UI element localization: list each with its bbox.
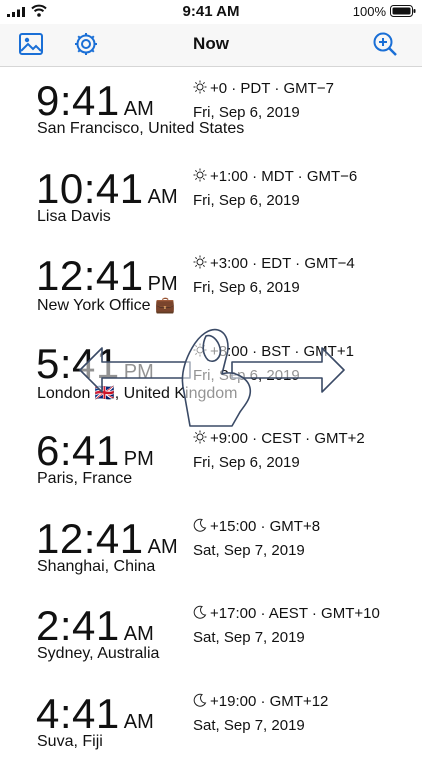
sun-icon (193, 343, 207, 357)
clock-city: Shanghai, China (37, 558, 155, 576)
clock-time: 4:41AM (36, 690, 154, 738)
clock-time: 2:41AM (36, 602, 154, 650)
clock-city: Suva, Fiji (37, 733, 103, 751)
clock-date: Fri, Sep 6, 2019 (193, 104, 300, 121)
page-title: Now (0, 34, 422, 54)
clock-offset: +19:00 · GMT+12 (193, 693, 328, 710)
clock-offset: +3:00 · EDT · GMT−4 (193, 255, 355, 272)
sun-icon (193, 255, 207, 269)
offset-text: +19:00 · GMT+12 (210, 693, 328, 710)
clock-row[interactable]: 10:41AM Lisa Davis +1:00 · MDT · GMT−6 F… (0, 155, 422, 243)
clock-date: Sat, Sep 7, 2019 (193, 629, 305, 646)
clock-ampm: AM (124, 711, 154, 733)
clock-hours-minutes: 10:41 (36, 165, 144, 212)
clock-ampm: PM (124, 448, 154, 470)
clock-time: 9:41AM (36, 77, 154, 125)
clock-date: Fri, Sep 6, 2019 (193, 279, 300, 296)
navigation-bar: Now (0, 24, 422, 67)
clock-city: Lisa Davis (37, 208, 111, 226)
clock-ampm: PM (148, 273, 178, 295)
clock-date: Fri, Sep 6, 2019 (193, 192, 300, 209)
clock-offset: +8:00 · BST · GMT+1 (193, 343, 354, 360)
world-clock-list: 9:41AM San Francisco, United States +0 ·… (0, 67, 422, 767)
clock-time: 12:41PM (36, 252, 178, 300)
clock-offset: +17:00 · AEST · GMT+10 (193, 605, 380, 622)
clock-hours-minutes: 4:41 (36, 690, 120, 737)
clock-hours-minutes: 5:41 (36, 340, 120, 387)
clock-row[interactable]: 5:41PM London 🇬🇧, United Kingdom +8:00 ·… (0, 330, 422, 418)
clock-city: London 🇬🇧, United Kingdom (37, 383, 238, 403)
offset-text: +8:00 · BST · GMT+1 (210, 343, 354, 360)
clock-ampm: PM (124, 361, 154, 383)
clock-date: Sat, Sep 7, 2019 (193, 542, 305, 559)
clock-date: Fri, Sep 6, 2019 (193, 454, 300, 471)
clock-row[interactable]: 12:41AM Shanghai, China +15:00 · GMT+8 S… (0, 505, 422, 593)
moon-icon (193, 605, 207, 619)
clock-hours-minutes: 9:41 (36, 77, 120, 124)
clock-offset: +9:00 · CEST · GMT+2 (193, 430, 365, 447)
clock-city: Sydney, Australia (37, 645, 159, 663)
clock-ampm: AM (148, 186, 178, 208)
clock-ampm: AM (124, 98, 154, 120)
sun-icon (193, 80, 207, 94)
offset-text: +3:00 · EDT · GMT−4 (210, 255, 355, 272)
clock-hours-minutes: 2:41 (36, 602, 120, 649)
clock-time: 10:41AM (36, 165, 178, 213)
clock-offset: +0 · PDT · GMT−7 (193, 80, 334, 97)
offset-text: +1:00 · MDT · GMT−6 (210, 168, 357, 185)
clock-offset: +15:00 · GMT+8 (193, 518, 320, 535)
clock-row[interactable]: 12:41PM New York Office 💼 +3:00 · EDT · … (0, 242, 422, 330)
clock-date: Fri, Sep 6, 2019 (193, 367, 300, 384)
offset-text: +17:00 · AEST · GMT+10 (210, 605, 380, 622)
clock-hours-minutes: 12:41 (36, 515, 144, 562)
clock-ampm: AM (148, 536, 178, 558)
clock-time: 5:41PM (36, 340, 154, 388)
clock-offset: +1:00 · MDT · GMT−6 (193, 168, 357, 185)
battery-percentage: 100% (353, 4, 386, 19)
clock-time: 12:41AM (36, 515, 178, 563)
add-clock-button[interactable] (370, 29, 400, 59)
offset-text: +0 · PDT · GMT−7 (210, 80, 334, 97)
offset-text: +9:00 · CEST · GMT+2 (210, 430, 365, 447)
clock-ampm: AM (124, 623, 154, 645)
clock-hours-minutes: 12:41 (36, 252, 144, 299)
clock-time: 6:41PM (36, 427, 154, 475)
sun-icon (193, 168, 207, 182)
clock-row[interactable]: 6:41PM Paris, France +9:00 · CEST · GMT+… (0, 417, 422, 505)
clock-city: San Francisco, United States (37, 120, 244, 138)
moon-icon (193, 693, 207, 707)
clock-row[interactable]: 2:41AM Sydney, Australia +17:00 · AEST ·… (0, 592, 422, 680)
clock-date: Sat, Sep 7, 2019 (193, 717, 305, 734)
status-bar: 9:41 AM 100% (0, 0, 422, 24)
clock-row[interactable]: 9:41AM San Francisco, United States +0 ·… (0, 67, 422, 155)
moon-icon (193, 518, 207, 532)
battery-icon (390, 5, 416, 17)
zoom-in-icon (370, 29, 400, 59)
clock-city: Paris, France (37, 470, 132, 488)
clock-row[interactable]: 4:41AM Suva, Fiji +19:00 · GMT+12 Sat, S… (0, 680, 422, 767)
offset-text: +15:00 · GMT+8 (210, 518, 320, 535)
clock-hours-minutes: 6:41 (36, 427, 120, 474)
sun-icon (193, 430, 207, 444)
clock-city: New York Office 💼 (37, 295, 175, 315)
